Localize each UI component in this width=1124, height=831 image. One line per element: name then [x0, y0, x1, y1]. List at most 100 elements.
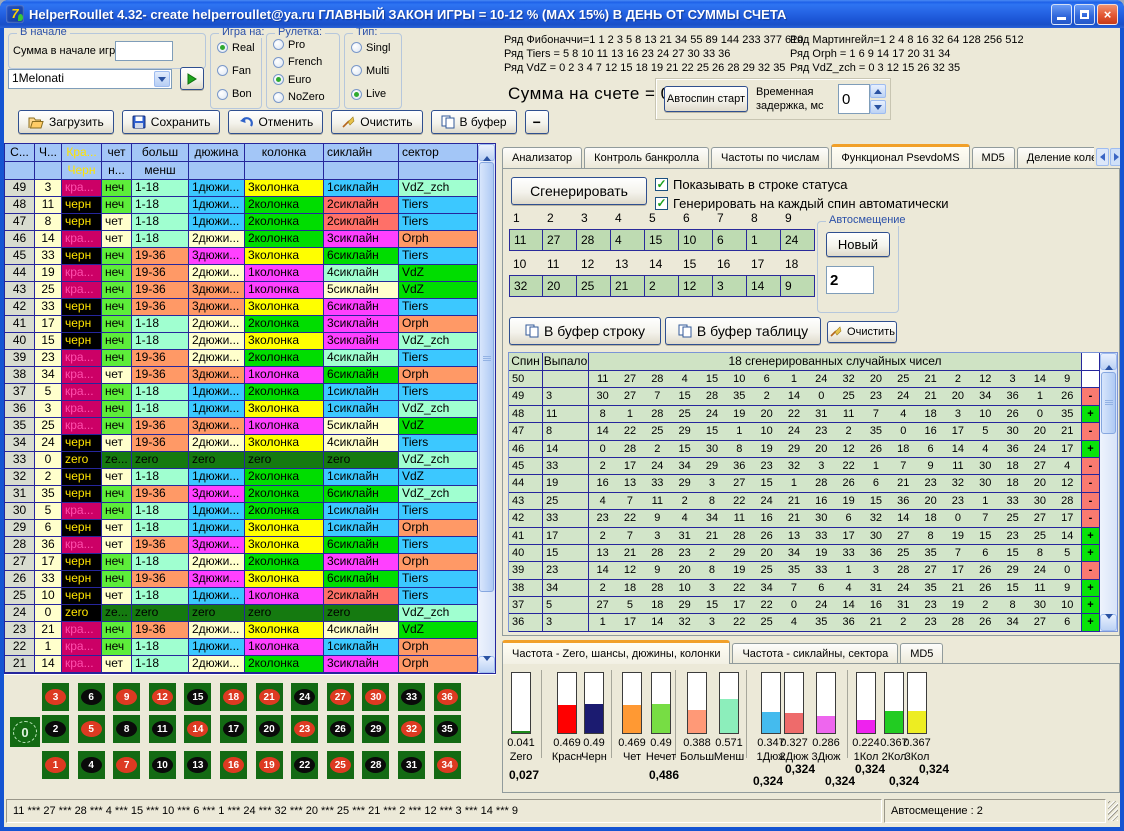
spin-row[interactable]: 39231412920819253533132827172629240- — [509, 562, 1100, 579]
board-cell-25[interactable]: 25 — [327, 751, 354, 779]
history-row[interactable]: 4533черннеч19-363дюжи...3колонка6сиклайн… — [5, 248, 478, 265]
board-cell-22[interactable]: 22 — [291, 751, 318, 779]
history-row[interactable]: 3923кра...неч19-362дюжи...2колонка4сикла… — [5, 350, 478, 367]
board-cell-29[interactable]: 29 — [362, 715, 389, 743]
history-scrollbar[interactable] — [478, 144, 495, 673]
radio-french[interactable]: French — [267, 54, 339, 72]
spin-row[interactable]: 47814222529151102423235016175302021- — [509, 423, 1100, 440]
autoshift-new-button[interactable]: Новый — [826, 232, 890, 257]
board-cell-1[interactable]: 1 — [42, 751, 69, 779]
history-row[interactable]: 4811черннеч1-181дюжи...2колонка2сиклайнT… — [5, 197, 478, 214]
history-row[interactable]: 2114кра...чет1-182дюжи...2колонка3сиклай… — [5, 656, 478, 673]
history-row[interactable]: 363кра...неч1-181дюжи...3колонка1сиклайн… — [5, 401, 478, 418]
spin-row[interactable]: 42332322943411162130632141807252717- — [509, 510, 1100, 527]
copy-table-button[interactable]: В буфер таблицу — [665, 317, 821, 345]
board-cell-20[interactable]: 20 — [256, 715, 283, 743]
board-cell-9[interactable]: 9 — [113, 683, 140, 711]
history-row[interactable]: 3525кра...неч19-363дюжи...1колонка5сикла… — [5, 418, 478, 435]
board-cell-21[interactable]: 21 — [256, 683, 283, 711]
board-cell-11[interactable]: 11 — [149, 715, 176, 743]
autospin-start-button[interactable]: Автоспин старт — [664, 86, 748, 112]
profile-select[interactable]: 1Melonati — [8, 69, 172, 89]
board-cell-33[interactable]: 33 — [398, 683, 425, 711]
history-row[interactable]: 240zeroze...zerozerozerozeroVdZ_zch — [5, 605, 478, 622]
spin-row[interactable]: 43254711282224211619153620231333028- — [509, 493, 1100, 510]
clear-generated-button[interactable]: Очистить — [827, 321, 897, 343]
board-cell-28[interactable]: 28 — [362, 751, 389, 779]
board-cell-zero[interactable]: 0 — [10, 717, 40, 747]
history-row[interactable]: 4233черннеч19-363дюжи...3колонка6сиклайн… — [5, 299, 478, 316]
history-row[interactable]: 296чернчет1-181дюжи...3колонка1сиклайнOr… — [5, 520, 478, 537]
play-button[interactable] — [180, 67, 204, 90]
tab-5[interactable]: MD5 — [972, 147, 1015, 168]
spin-row[interactable]: 49330277152835214025232421203436126- — [509, 388, 1100, 405]
radio-real[interactable]: Real — [211, 39, 261, 57]
titlebar[interactable]: 7 HelperRoullet 4.32- create helperroull… — [0, 0, 1124, 28]
generate-button[interactable]: Сгенерировать — [511, 177, 647, 205]
history-row[interactable]: 375кра...неч1-181дюжи...2колонка1сиклайн… — [5, 384, 478, 401]
board-cell-26[interactable]: 26 — [327, 715, 354, 743]
delay-input[interactable] — [838, 84, 870, 114]
scroll-down-icon[interactable] — [1100, 614, 1117, 631]
spin-row[interactable]: 4811812825241920223111741831026035+ — [509, 406, 1100, 423]
radio-bon[interactable]: Bon — [211, 85, 261, 103]
radio-live[interactable]: Live — [345, 85, 401, 103]
history-row[interactable]: 4117черннеч1-182дюжи...2колонка3сиклайнO… — [5, 316, 478, 333]
history-row[interactable]: 322чернчет1-181дюжи...2колонка1сиклайнVd… — [5, 469, 478, 486]
board-cell-2[interactable]: 2 — [42, 715, 69, 743]
board-cell-27[interactable]: 27 — [327, 683, 354, 711]
history-row[interactable]: 4614кра...чет1-182дюжи...2колонка3сиклай… — [5, 231, 478, 248]
spin-row[interactable]: 411727331212826133317302781915232514+ — [509, 528, 1100, 545]
checkbox-generate-each-spin[interactable]: Генерировать на каждый спин автоматическ… — [655, 194, 949, 212]
board-cell-12[interactable]: 12 — [149, 683, 176, 711]
scroll-up-icon[interactable] — [1100, 353, 1117, 370]
freq-tab-1[interactable]: Частота - Zero, шансы, дюжины, колонки — [502, 640, 730, 664]
history-row[interactable]: 2633черннеч19-363дюжи...3колонка6сиклайн… — [5, 571, 478, 588]
clear-button[interactable]: Очистить — [331, 110, 422, 134]
radio-nozero[interactable]: NoZero — [267, 89, 339, 107]
history-row[interactable]: 2510чернчет1-181дюжи...1колонка2сиклайнT… — [5, 588, 478, 605]
board-cell-8[interactable]: 8 — [113, 715, 140, 743]
scrollbar-thumb[interactable] — [1101, 372, 1116, 434]
board-cell-36[interactable]: 36 — [434, 683, 461, 711]
board-cell-7[interactable]: 7 — [113, 751, 140, 779]
tab-2[interactable]: Контроль банкролла — [584, 147, 709, 168]
chevron-down-icon[interactable] — [154, 71, 170, 87]
radio-pro[interactable]: Pro — [267, 36, 339, 54]
spin-row[interactable]: 4533217243429362332322179113018274- — [509, 458, 1100, 475]
history-row[interactable]: 2717черннеч1-182дюжи...2колонка3сиклайнO… — [5, 554, 478, 571]
freq-tab-2[interactable]: Частота - сиклайны, сектора — [732, 643, 898, 664]
board-cell-14[interactable]: 14 — [184, 715, 211, 743]
spin-scrollbar[interactable] — [1100, 353, 1117, 631]
spin-row[interactable]: 37527518291517220241416312319283010+ — [509, 597, 1100, 614]
board-cell-3[interactable]: 3 — [42, 683, 69, 711]
save-button[interactable]: Сохранить — [122, 110, 221, 134]
history-row[interactable]: 3424чернчет19-362дюжи...3колонка4сиклайн… — [5, 435, 478, 452]
history-row[interactable]: 2321кра...неч19-362дюжи...3колонка4сикла… — [5, 622, 478, 639]
history-row[interactable]: 3834кра...чет19-363дюжи...1колонка6сикла… — [5, 367, 478, 384]
board-cell-24[interactable]: 24 — [291, 683, 318, 711]
history-row[interactable]: 4419кра...неч19-362дюжи...1колонка4сикла… — [5, 265, 478, 282]
board-cell-23[interactable]: 23 — [291, 715, 318, 743]
history-row[interactable]: 3135черннеч19-363дюжи...2колонка6сиклайн… — [5, 486, 478, 503]
spin-row[interactable]: 4419161333293271512826621233230182012- — [509, 475, 1100, 492]
radio-multi[interactable]: Multi — [345, 62, 401, 80]
board-cell-16[interactable]: 16 — [220, 751, 247, 779]
undo-button[interactable]: Отменить — [228, 110, 323, 134]
spinner-down-icon[interactable] — [870, 100, 886, 114]
checkbox-show-status[interactable]: Показывать в строке статуса — [655, 175, 848, 193]
board-cell-31[interactable]: 31 — [398, 751, 425, 779]
history-row[interactable]: 330zeroze...zerozerozerozeroVdZ_zch — [5, 452, 478, 469]
board-cell-17[interactable]: 17 — [220, 715, 247, 743]
tab-4[interactable]: Функционал PsevdoMS — [831, 144, 969, 168]
freq-tab-3[interactable]: MD5 — [900, 643, 943, 664]
history-row[interactable]: 478чернчет1-181дюжи...2колонка2сиклайнTi… — [5, 214, 478, 231]
history-row[interactable]: 493кра...неч1-181дюжи...3колонка1сиклайн… — [5, 180, 478, 197]
board-cell-15[interactable]: 15 — [184, 683, 211, 711]
copy-row-button[interactable]: В буфер строку — [509, 317, 661, 345]
to-clipboard-button[interactable]: В буфер — [431, 110, 517, 134]
spin-row[interactable]: 50112728415106124322025212123149 — [509, 371, 1100, 388]
collapse-button[interactable]: − — [525, 110, 549, 134]
autoshift-input[interactable] — [826, 266, 874, 294]
board-cell-5[interactable]: 5 — [78, 715, 105, 743]
